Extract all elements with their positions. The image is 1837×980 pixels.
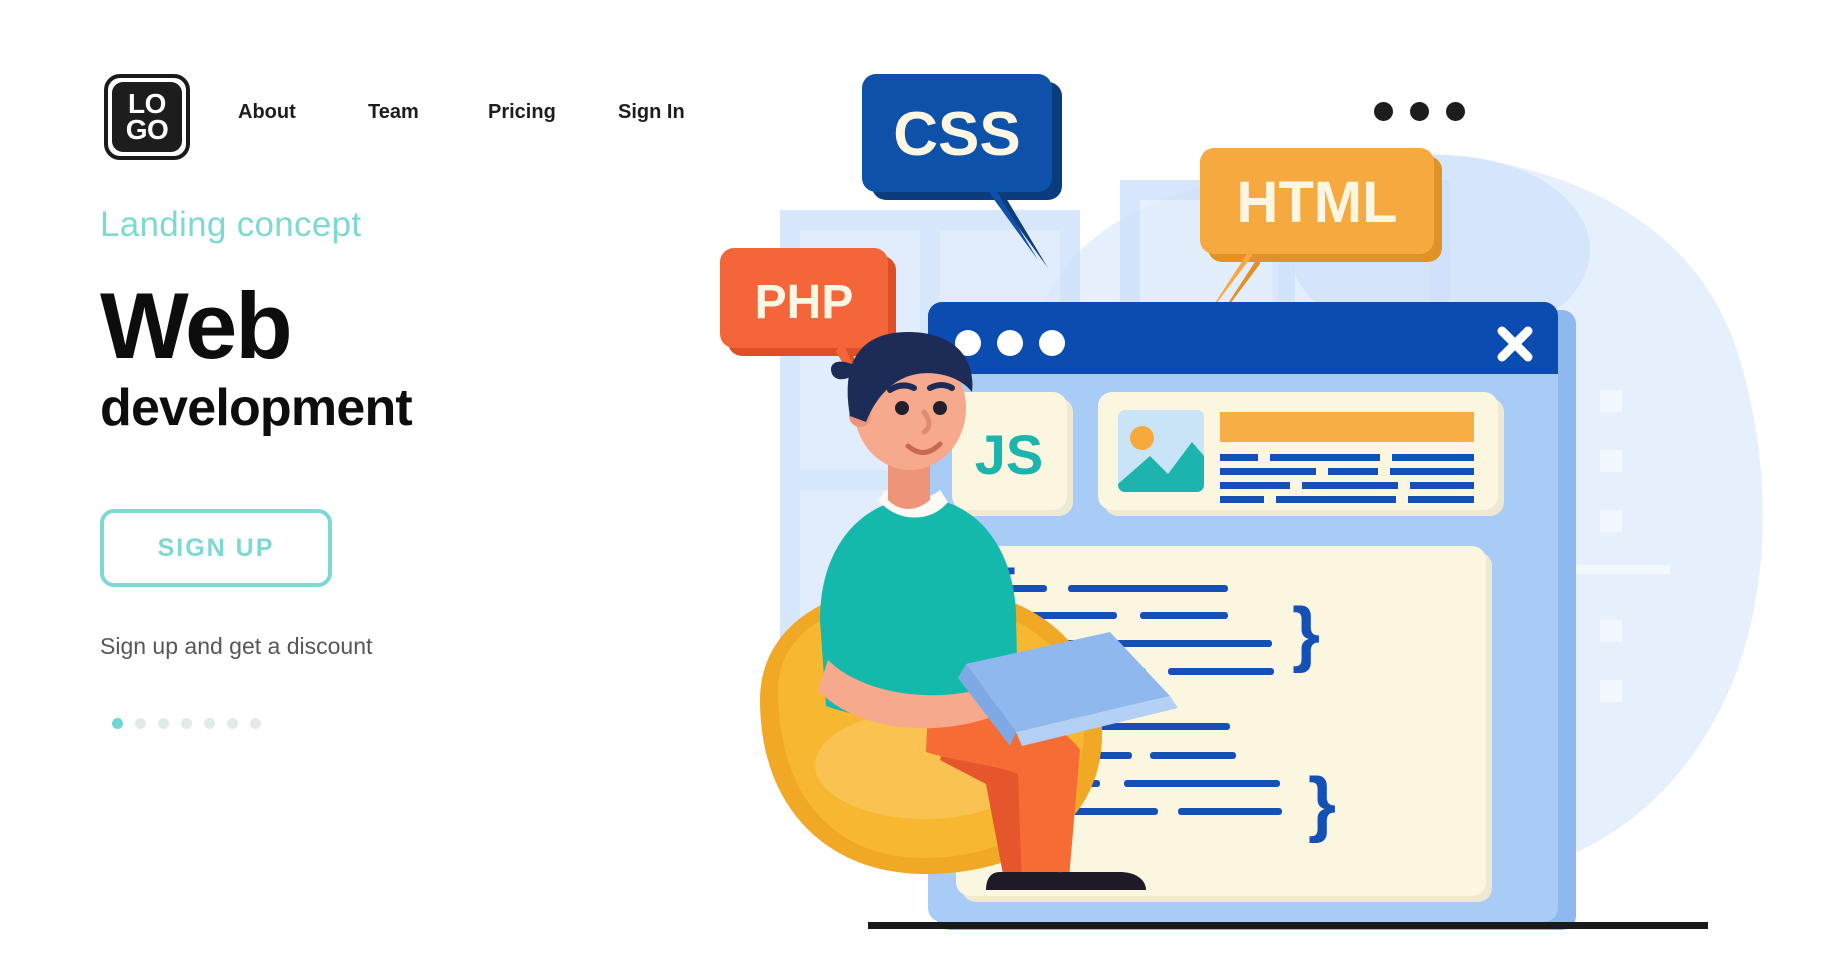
hero-title: Web	[100, 273, 293, 378]
pagination-dot[interactable]	[227, 718, 238, 730]
character-eye	[933, 401, 947, 415]
code-brace-close: }	[1308, 764, 1336, 844]
logo[interactable]: LO GO	[104, 74, 190, 160]
pagination-dot[interactable]	[135, 718, 146, 730]
logo-line-2: GO	[125, 114, 169, 145]
logo-mark: LO GO	[112, 82, 182, 152]
card-js: JS	[952, 392, 1073, 516]
browser-dot	[997, 330, 1023, 356]
pagination-dot[interactable]	[204, 718, 215, 730]
speech-bubble-php-label: PHP	[755, 276, 854, 329]
ground-line	[868, 922, 1708, 929]
carousel-pagination	[112, 718, 720, 730]
code-brace-close: }	[1292, 594, 1320, 674]
nav-item-pricing[interactable]: Pricing	[488, 101, 618, 124]
hero-eyebrow: Landing concept	[100, 205, 362, 244]
hero-illustration: CSS HTML PHP JS}}	[700, 60, 1800, 960]
pagination-dot[interactable]	[250, 718, 261, 730]
pagination-dot[interactable]	[181, 718, 192, 730]
card-image-preview	[1098, 392, 1504, 516]
landing-page: LO GO About Team Pricing Sign In Landing…	[0, 0, 1837, 980]
speech-bubble-css-label: CSS	[893, 100, 1020, 169]
sign-up-button[interactable]: SIGN UP	[100, 509, 332, 588]
card-js-label: JS	[975, 423, 1044, 486]
hero-subtitle: development	[100, 379, 413, 438]
nav-item-team[interactable]: Team	[368, 101, 488, 124]
nav-item-about[interactable]: About	[238, 101, 368, 124]
pagination-dot[interactable]	[158, 718, 169, 730]
main-nav: About Team Pricing Sign In	[238, 101, 738, 124]
hero-content: Landing concept Web development SIGN UP …	[100, 205, 720, 730]
speech-bubble-html-label: HTML	[1236, 170, 1397, 235]
browser-dot	[1039, 330, 1065, 356]
image-thumbnail-icon	[1118, 410, 1204, 492]
discount-note: Sign up and get a discount	[100, 633, 373, 660]
character-shoe	[1050, 872, 1146, 890]
pagination-dot-active[interactable]	[112, 718, 123, 730]
preview-headline-bar	[1220, 412, 1474, 442]
character-eye	[895, 401, 909, 415]
